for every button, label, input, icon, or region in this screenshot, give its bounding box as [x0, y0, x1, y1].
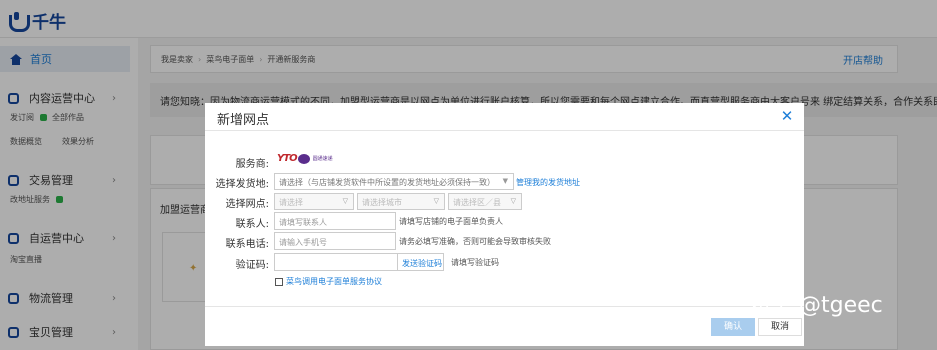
chevron-down-icon: ▽ — [433, 197, 439, 205]
chevron-down-icon: ▽ — [342, 197, 348, 205]
city-value: 请选择城市 — [362, 198, 402, 207]
contact-input[interactable]: 请填写联系人 — [274, 212, 396, 230]
yto-badge-icon — [297, 153, 310, 164]
code-label: 验证码: — [235, 260, 269, 271]
code-hint: 请填写验证码 — [451, 258, 499, 267]
dialog-header: 新增网点 ✕ — [205, 103, 804, 131]
contact-label: 联系人: — [235, 219, 269, 230]
cancel-button[interactable]: 取消 — [758, 318, 802, 336]
phone-hint: 请务必填写准确，否则可能会导致审核失败 — [399, 237, 551, 246]
ship-from-value: 请选择（与店铺发货软件中所设置的发货地址必须保持一致） — [279, 178, 495, 187]
district-select[interactable]: 请选择区／县 ▽ — [448, 193, 522, 210]
contact-hint: 请填写店铺的电子面单负责人 — [399, 217, 503, 226]
city-select[interactable]: 请选择城市 ▽ — [357, 193, 445, 210]
yto-name: 圆通速递 — [312, 156, 333, 162]
watermark: 知乎 @tgeec — [748, 293, 883, 318]
ship-from-label: 选择发货地: — [215, 179, 269, 190]
chevron-down-icon: ▼ — [502, 177, 508, 185]
carrier-logo: YTO 圆通速递 — [277, 153, 333, 164]
carrier-label: 服务商: — [235, 159, 269, 170]
confirm-button[interactable]: 确认 — [711, 318, 755, 336]
agreement-checkbox[interactable] — [275, 277, 283, 286]
manage-address-link[interactable]: 管理我的发货地址 — [516, 177, 580, 188]
ship-from-select[interactable]: 请选择（与店铺发货软件中所设置的发货地址必须保持一致） ▼ — [274, 173, 514, 190]
district-value: 请选择区／县 — [453, 198, 501, 207]
dialog-footer-divider — [205, 306, 804, 307]
dialog-title: 新增网点 — [217, 113, 270, 128]
agreement-link[interactable]: 菜鸟调用电子面单服务协议 — [286, 276, 382, 287]
province-select[interactable]: 请选择 ▽ — [274, 193, 354, 210]
close-icon[interactable]: ✕ — [780, 109, 794, 124]
add-outlet-dialog: 新增网点 ✕ 服务商: YTO 圆通速递 选择发货地: 请选择（与店铺发货软件中… — [205, 103, 804, 346]
province-value: 请选择 — [279, 198, 303, 207]
outlet-label: 选择网点: — [225, 199, 269, 210]
yto-logo-text: YTO — [277, 153, 298, 164]
phone-label: 联系电话: — [225, 239, 269, 250]
chevron-down-icon: ▽ — [510, 197, 516, 205]
code-input[interactable] — [274, 253, 398, 271]
phone-input[interactable]: 请输入手机号 — [274, 232, 396, 250]
agreement-row: 菜鸟调用电子面单服务协议 — [275, 276, 382, 287]
send-code-button[interactable]: 发送验证码 — [398, 253, 444, 271]
